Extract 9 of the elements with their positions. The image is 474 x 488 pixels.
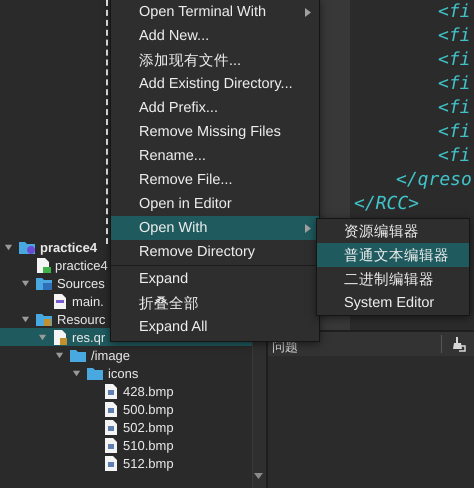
code-line: </qreso	[395, 168, 472, 192]
code-line: <fi	[437, 72, 471, 96]
code-line: <fi	[437, 96, 471, 120]
code-line: <fi	[437, 48, 471, 72]
code-line: </RCC>	[353, 192, 420, 216]
code-line: <fi	[437, 0, 471, 24]
code-line: <fi	[437, 120, 471, 144]
code-line: <fi	[437, 144, 471, 168]
code-line: <fi	[437, 24, 471, 48]
